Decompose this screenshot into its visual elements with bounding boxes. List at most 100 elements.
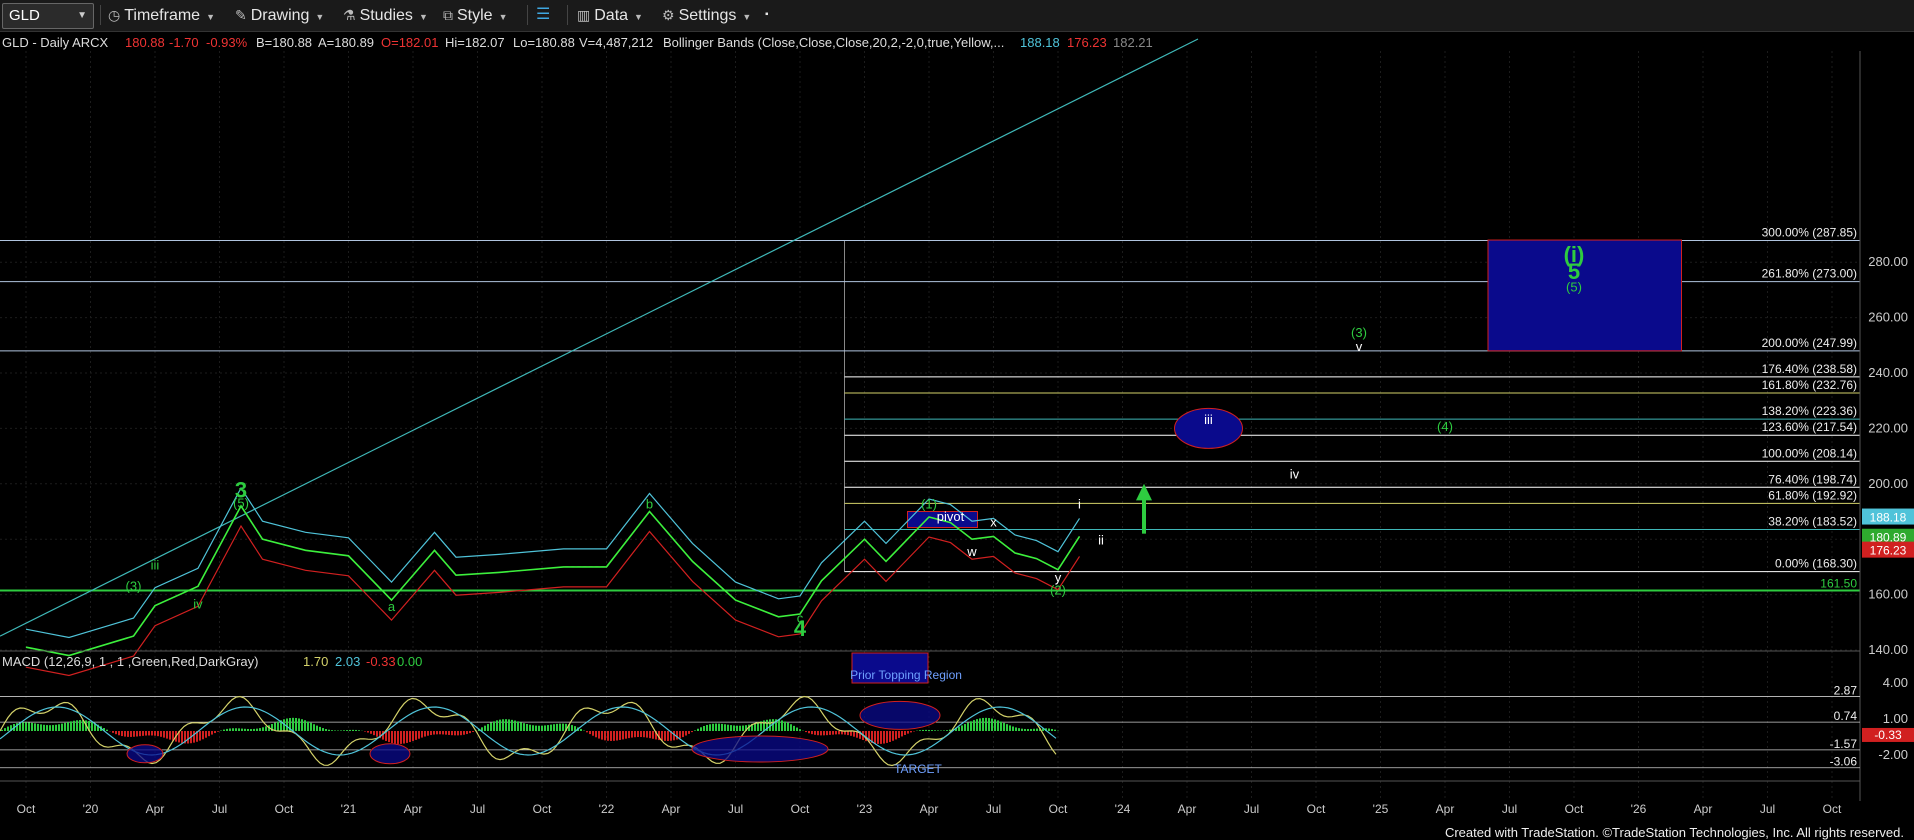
time-tick-label: Oct <box>791 802 810 816</box>
time-tick-label: Jul <box>1502 802 1517 816</box>
time-tick-label: Jul <box>986 802 1001 816</box>
green-arrow-head <box>1136 483 1152 501</box>
percent-change: -0.93% <box>206 35 248 50</box>
wave-label: 4 <box>794 616 807 641</box>
macd-value: 2.03 <box>335 654 360 669</box>
time-tick-label: Jul <box>470 802 485 816</box>
time-tick-label: Oct <box>533 802 552 816</box>
bollinger-mid: 182.21 <box>1113 35 1153 50</box>
volume: V=4,487,212 <box>579 35 653 50</box>
wave-label: (1) <box>921 497 937 512</box>
copyright-footer: Created with TradeStation. ©TradeStation… <box>1444 825 1904 840</box>
wave-labels: 3(5) b(3)iiiiv ac4(1)pivot xwy(2)iiiiiiiv(3… <box>126 242 1585 641</box>
fib-level-label: 200.00% (247.99) <box>1762 336 1857 350</box>
fib-level-label: 300.00% (287.85) <box>1762 225 1857 239</box>
toolbar-divider <box>567 5 568 25</box>
toolbar-divider <box>527 5 528 25</box>
chevron-down-icon: ▼ <box>418 12 428 22</box>
time-tick-label: '24 <box>1115 802 1131 816</box>
time-tick-label: '26 <box>1631 802 1647 816</box>
wave-label: (5) <box>1566 279 1582 294</box>
time-axis: Oct '20 Apr Jul Oct '21 Apr Jul Oct '22 Apr Jul Oct '… <box>17 802 1842 816</box>
high-price: Hi=182.07 <box>445 35 505 50</box>
bar-chart-icon: ▥ <box>577 7 591 23</box>
drawing-label: Drawing <box>250 7 310 24</box>
macd-tick-label: 1.00 <box>1883 711 1908 726</box>
macd-tick-label: 4.00 <box>1883 675 1908 690</box>
time-tick-label: Oct <box>17 802 36 816</box>
time-tick-label: '23 <box>857 802 873 816</box>
chevron-down-icon: ▼ <box>206 12 215 22</box>
time-tick-label: Oct <box>1823 802 1842 816</box>
time-tick-label: Jul <box>1244 802 1259 816</box>
time-tick-label: Apr <box>920 802 939 816</box>
wave-label: x <box>990 515 997 530</box>
timeframe-label: Timeframe <box>124 7 201 24</box>
time-tick-label: Apr <box>1436 802 1455 816</box>
chevron-down-icon: ▼ <box>742 12 752 22</box>
macd-current-label: -0.33 <box>1874 728 1902 742</box>
ask-price: A=180.89 <box>318 35 374 50</box>
time-tick-label: Oct <box>1049 802 1068 816</box>
drawing-button[interactable]: ✎ Drawing ▼ <box>235 3 324 27</box>
fib-level-label: 76.40% (198.74) <box>1768 472 1857 486</box>
style-label: Style <box>457 7 493 24</box>
gear-icon: ⚙ <box>662 7 675 23</box>
bollinger-lower: 176.23 <box>1067 35 1107 50</box>
price-tick-label: 240.00 <box>1868 365 1908 380</box>
layout-icon: ☰ <box>536 6 551 23</box>
target-box <box>1487 239 1682 352</box>
data-label: Data <box>594 7 629 24</box>
time-tick-label: Apr <box>662 802 681 816</box>
time-tick-label: Oct <box>1565 802 1584 816</box>
layout-button[interactable]: ☰ <box>536 3 550 27</box>
time-tick-label: Apr <box>1178 802 1197 816</box>
symbol-selector[interactable]: GLD ▼ <box>2 3 94 29</box>
chart-title: GLD - Daily ARCX <box>2 35 109 50</box>
style-icon: ⧉ <box>443 7 453 23</box>
clock-icon: ◷ <box>108 7 121 23</box>
timeframe-button[interactable]: ◷ Timeframe ▼ <box>108 3 215 27</box>
macd-label: MACD (12,26,9, 1 , 1 ,Green,Red,DarkGray… <box>2 654 258 669</box>
chevron-down-icon: ▼ <box>315 12 325 22</box>
macd-highlight-ellipse <box>859 700 941 730</box>
chart-header: GLD - Daily ARCX 180.88 -1.70 -0.93% B=1… <box>2 35 1153 50</box>
wave-label: v <box>1356 339 1363 354</box>
macd-pane: MACD (12,26,9, 1 , 1 ,Green,Red,DarkGray… <box>0 650 1914 782</box>
macd-highlight-ellipse <box>369 743 411 765</box>
studies-button[interactable]: ⚗ Studies ▼ <box>343 3 428 27</box>
wave-label: (3) <box>126 578 142 593</box>
fib-level-label: 38.20% (183.52) <box>1768 514 1857 528</box>
macd-level-label: -1.57 <box>1830 737 1858 751</box>
open-price: O=182.01 <box>381 35 438 50</box>
chevron-down-icon: ▼ <box>498 12 508 22</box>
price-tag-label: 176.23 <box>1870 544 1907 558</box>
price-change: -1.70 <box>169 35 199 50</box>
chevron-down-icon: ▼ <box>77 10 87 21</box>
price-chart[interactable]: 300.00% (287.85) 261.80% (273.00) 200.00% … <box>0 31 1914 840</box>
bid-price: B=180.88 <box>256 35 312 50</box>
macd-level-label: -3.06 <box>1830 755 1858 769</box>
time-tick-label: '21 <box>341 802 357 816</box>
wave-label: (4) <box>1437 419 1453 434</box>
price-tag-label: 188.18 <box>1870 511 1907 525</box>
prior-topping-label: Prior Topping Region <box>850 668 962 682</box>
rising-trendline <box>0 38 1199 637</box>
data-button[interactable]: ▥ Data ▼ <box>577 3 643 27</box>
fib-level-label: 176.40% (238.58) <box>1762 362 1857 376</box>
time-tick-label: Oct <box>1307 802 1326 816</box>
last-price: 180.88 <box>125 35 165 50</box>
more-icon[interactable]: ▪ <box>765 3 769 27</box>
wave-label: iii <box>151 558 160 573</box>
settings-button[interactable]: ⚙ Settings ▼ <box>662 3 751 27</box>
macd-level-label: 2.87 <box>1834 684 1858 698</box>
price-tick-label: 160.00 <box>1868 587 1908 602</box>
time-tick-label: Apr <box>1694 802 1713 816</box>
fib-level-label: 161.80% (232.76) <box>1762 378 1857 392</box>
low-price: Lo=180.88 <box>513 35 575 50</box>
price-line <box>25 504 1081 657</box>
support-line-label: 161.50 <box>1820 576 1857 590</box>
wave-label: ii <box>1098 533 1104 548</box>
macd-tick-label: -2.00 <box>1878 747 1908 762</box>
style-button[interactable]: ⧉ Style ▼ <box>443 3 508 27</box>
